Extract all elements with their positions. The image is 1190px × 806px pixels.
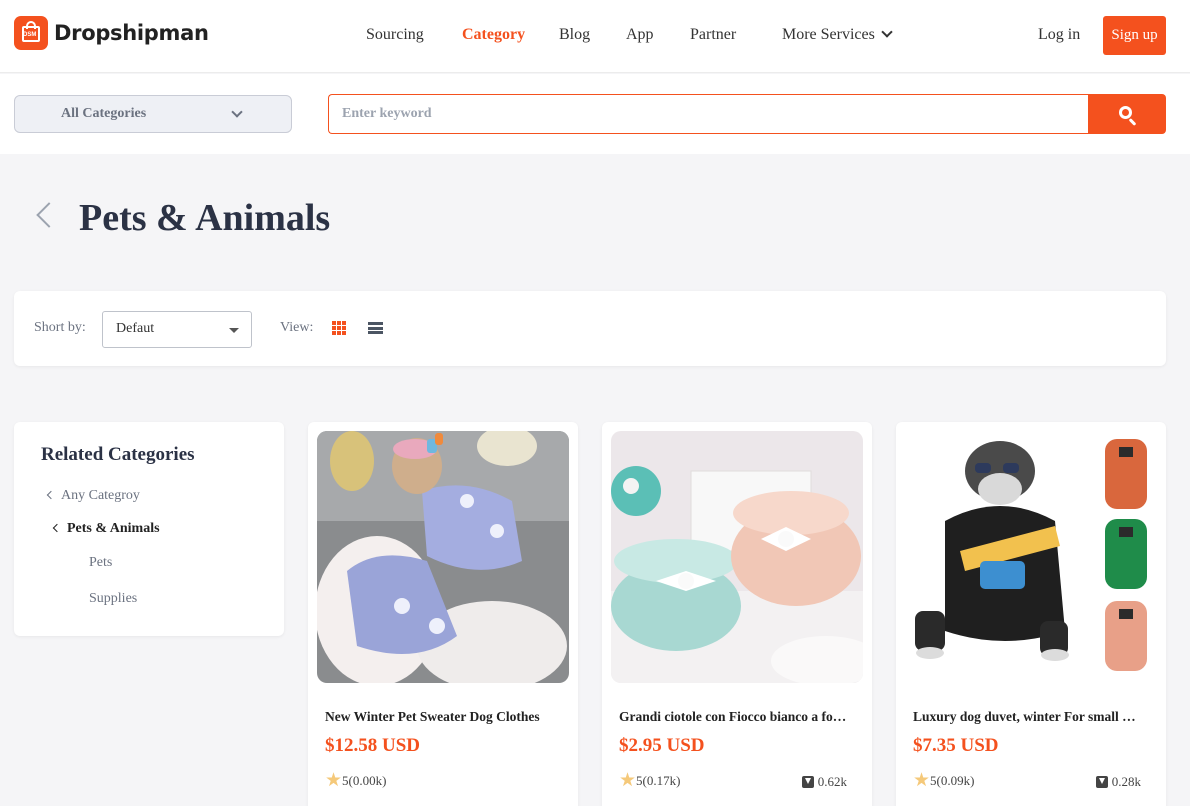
product-rating: ★ 5(0.09k) <box>913 770 975 791</box>
product-price: $12.58 USD <box>325 735 421 756</box>
download-icon <box>1095 776 1108 788</box>
product-card[interactable]: Luxury dog duvet, winter For small dogs … <box>896 422 1166 806</box>
sidebar-item-pets-animals[interactable]: Pets & Animals <box>52 521 160 537</box>
product-rating: ★ 5(0.17k) <box>619 770 681 791</box>
nav-blog[interactable]: Blog <box>559 26 590 44</box>
product-rating: ★ 5(0.00k) <box>325 770 387 791</box>
sidebar-item-label: Any Categroy <box>61 488 140 503</box>
search-icon <box>1119 106 1132 119</box>
product-price: $7.35 USD <box>913 735 999 756</box>
list-view-icon[interactable] <box>368 322 383 334</box>
logo-text: Dropshipman <box>54 21 209 45</box>
top-navbar: DSM Dropshipman Sourcing Category Blog A… <box>0 0 1190 73</box>
star-icon: ★ <box>619 770 637 791</box>
caret-down-icon <box>229 328 239 333</box>
related-categories-panel: Related Categories Any Categroy Pets & A… <box>14 422 284 636</box>
back-arrow-icon[interactable] <box>36 202 62 228</box>
page-title: Pets & Animals <box>79 197 331 239</box>
nav-app[interactable]: App <box>626 26 654 44</box>
login-link[interactable]: Log in <box>1038 26 1080 44</box>
download-count-text: 0.28k <box>1111 774 1141 789</box>
product-card[interactable]: New Winter Pet Sweater Dog Clothes $12.5… <box>308 422 578 806</box>
chevron-down-icon <box>881 26 893 38</box>
shopping-bag-logo-icon: DSM <box>14 16 48 50</box>
product-rating-text: 5(0.09k) <box>930 773 975 788</box>
product-title[interactable]: Grandi ciotole con Fiocco bianco a forma… <box>619 709 847 725</box>
category-dropdown[interactable]: All Categories <box>14 95 292 133</box>
product-image[interactable] <box>611 431 863 683</box>
sort-dropdown-value: Defaut <box>116 321 155 336</box>
download-icon <box>801 776 814 788</box>
sidebar-item-label: Pets & Animals <box>67 521 160 536</box>
nav-category[interactable]: Category <box>462 26 525 44</box>
sidebar-item-pets[interactable]: Pets <box>89 555 112 571</box>
download-count: 0.28k <box>1095 774 1141 790</box>
search-bar: All Categories <box>0 74 1190 154</box>
product-price: $2.95 USD <box>619 735 705 756</box>
product-image[interactable] <box>317 431 569 683</box>
category-dropdown-value: All Categories <box>61 106 147 121</box>
product-image[interactable] <box>905 431 1157 683</box>
nav-sourcing[interactable]: Sourcing <box>366 26 424 44</box>
chevron-left-icon <box>52 523 62 533</box>
download-count-text: 0.62k <box>817 774 847 789</box>
product-rating-text: 5(0.17k) <box>636 773 681 788</box>
chevron-left-icon <box>46 490 56 500</box>
product-title[interactable]: New Winter Pet Sweater Dog Clothes <box>325 709 553 725</box>
chevron-down-icon <box>231 106 243 118</box>
nav-more-services-label: More Services <box>782 26 875 43</box>
sort-label: Short by: <box>34 320 86 335</box>
download-count: 0.62k <box>801 774 847 790</box>
grid-view-icon[interactable] <box>332 321 346 335</box>
product-title[interactable]: Luxury dog duvet, winter For small dogs <box>913 709 1141 725</box>
search-button[interactable] <box>1088 94 1166 134</box>
sidebar-item-supplies[interactable]: Supplies <box>89 591 137 607</box>
sort-toolbar: Short by: Defaut View: <box>14 291 1166 366</box>
star-icon: ★ <box>913 770 931 791</box>
product-rating-text: 5(0.00k) <box>342 773 387 788</box>
sidebar-item-any-category[interactable]: Any Categroy <box>46 488 140 504</box>
view-label: View: <box>280 320 314 335</box>
nav-more-services[interactable]: More Services <box>782 26 893 44</box>
product-card[interactable]: Grandi ciotole con Fiocco bianco a forma… <box>602 422 872 806</box>
star-icon: ★ <box>325 770 343 791</box>
related-categories-title: Related Categories <box>41 444 195 465</box>
sort-dropdown[interactable]: Defaut <box>102 311 252 348</box>
logo[interactable]: DSM Dropshipman <box>14 16 209 50</box>
nav-partner[interactable]: Partner <box>690 26 736 44</box>
search-input[interactable] <box>328 94 1090 134</box>
signup-button[interactable]: Sign up <box>1103 16 1166 55</box>
